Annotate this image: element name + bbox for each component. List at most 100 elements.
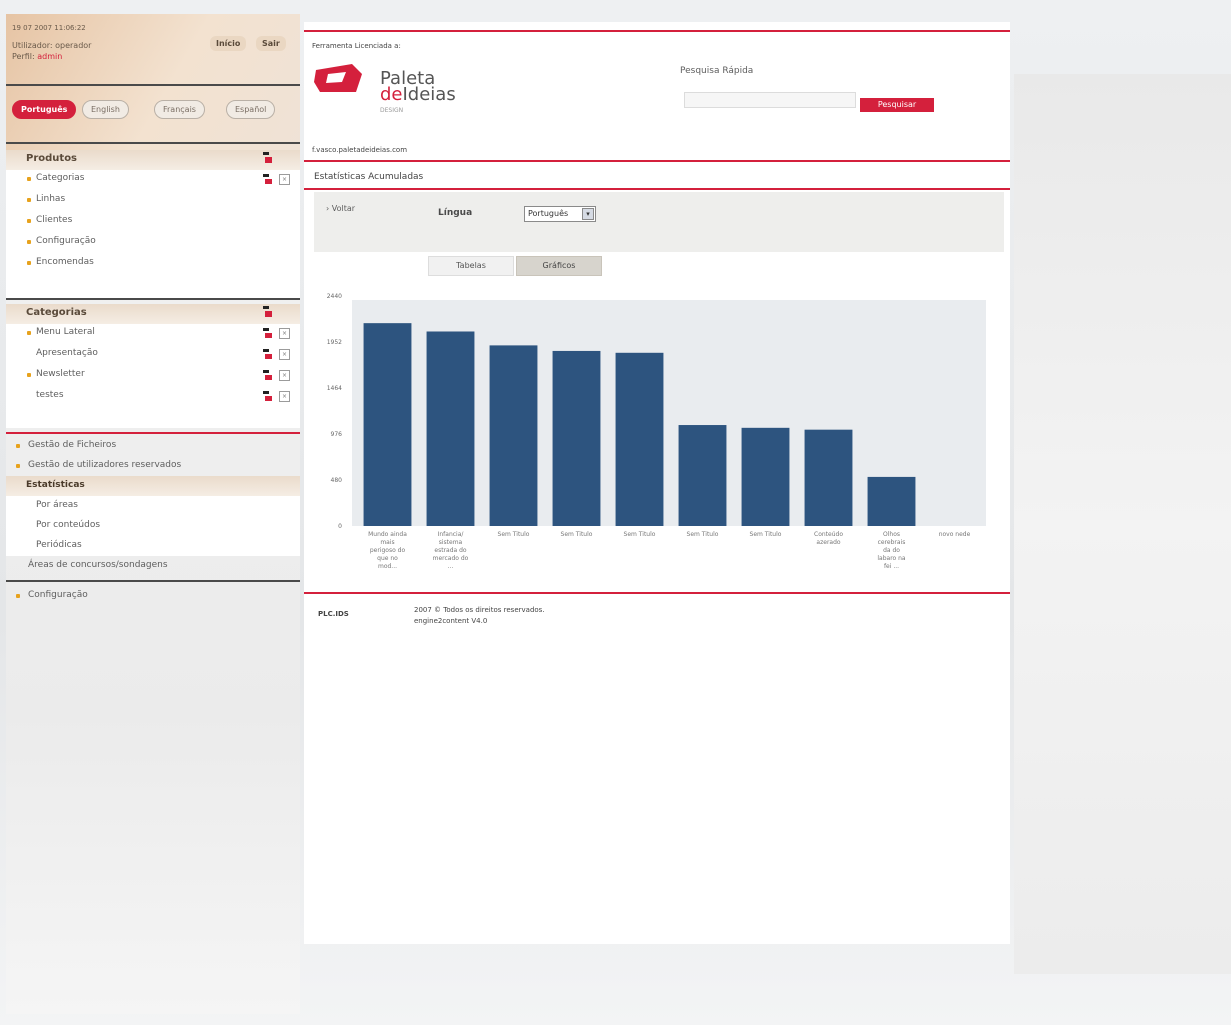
item-label: Encomendas <box>36 257 94 267</box>
language-value: Português <box>528 209 569 218</box>
lang-es-button[interactable]: Español <box>226 100 276 119</box>
menu-stats-areas[interactable]: Por áreas <box>6 496 300 516</box>
menu-label: Gestão de Ficheiros <box>28 440 117 450</box>
edit-icon[interactable] <box>263 174 272 184</box>
delete-icon[interactable]: × <box>279 328 290 339</box>
logo-icon <box>314 64 362 92</box>
tab-tables[interactable]: Tabelas <box>428 256 514 276</box>
delete-icon[interactable]: × <box>279 349 290 360</box>
lang-fr-button[interactable]: Français <box>154 100 205 119</box>
y-tick-label: 976 <box>331 431 343 438</box>
menu-label: Por conteúdos <box>36 520 101 530</box>
bar <box>867 476 916 526</box>
start-button[interactable]: Início <box>210 36 247 51</box>
license-label: Ferramenta Licenciada a: <box>312 42 401 50</box>
y-tick-label: 1464 <box>327 385 342 392</box>
lang-en-button[interactable]: English <box>82 100 129 119</box>
quick-search-input[interactable] <box>684 92 856 108</box>
x-tick-label: Sem Titulo <box>561 531 593 538</box>
x-tick-label: Olhos cerebrais da do labaro na fei ... <box>877 531 906 570</box>
bar <box>678 425 727 526</box>
x-tick-label: Sem Titulo <box>687 531 719 538</box>
chevron-down-icon[interactable]: ▾ <box>582 208 594 220</box>
x-tick-label: Sem Titulo <box>624 531 656 538</box>
brand-ideias: Ideias <box>402 84 456 105</box>
edit-icon[interactable] <box>263 391 272 401</box>
bullet-icon <box>27 177 31 181</box>
footer-logo: PLC.IDS <box>318 610 349 618</box>
profile-label: Perfil: admin <box>12 52 62 61</box>
item-label: Configuração <box>36 236 96 246</box>
x-tick-label: Infancia/sistema estrada do mercado do... <box>433 531 469 570</box>
x-tick-label: Conteúdo azerado <box>814 531 843 546</box>
y-tick-label: 480 <box>331 477 343 484</box>
bar <box>426 331 475 526</box>
logout-button[interactable]: Sair <box>256 36 286 51</box>
edit-icon[interactable] <box>263 328 272 338</box>
divider <box>6 84 300 86</box>
user-label: Utilizador: operador <box>12 41 92 50</box>
y-tick-label: 0 <box>338 523 342 530</box>
delete-icon[interactable]: × <box>279 370 290 381</box>
bullet-icon <box>27 373 31 377</box>
bar-chart: 0 480 976 1464 1952 2440 Mundo ainda mais perig… <box>327 293 986 570</box>
x-tick-label: novo nede <box>939 531 971 538</box>
menu-stats-periodic[interactable]: Periódicas <box>6 536 300 556</box>
y-tick-label: 2440 <box>327 293 342 300</box>
delete-icon[interactable]: × <box>279 391 290 402</box>
divider <box>6 432 300 434</box>
list-item[interactable]: Menu Lateral × <box>6 324 300 345</box>
list-item[interactable]: Configuração <box>6 233 300 254</box>
add-icon[interactable] <box>263 306 272 318</box>
background-panel <box>1014 74 1231 974</box>
bullet-icon <box>16 464 20 468</box>
menu-stats[interactable]: Estatísticas <box>6 476 300 496</box>
menu-reserved-users[interactable]: Gestão de utilizadores reservados <box>6 456 300 476</box>
categories-panel: Categorias Menu Lateral × Apresentação × N… <box>6 304 300 428</box>
list-item[interactable]: Categorias × <box>6 170 300 191</box>
menu-files[interactable]: Gestão de Ficheiros <box>6 436 300 456</box>
language-select[interactable]: Português ▾ <box>524 206 596 222</box>
item-label: Newsletter <box>36 369 85 379</box>
bar <box>741 427 790 526</box>
item-label: Categorias <box>36 173 85 183</box>
user-panel: 19 07 2007 11:06:22 Utilizador: operador… <box>6 14 300 154</box>
menu-stats-content[interactable]: Por conteúdos <box>6 516 300 536</box>
bullet-icon <box>27 198 31 202</box>
bullet-icon <box>16 444 20 448</box>
list-item[interactable]: Apresentação × <box>6 345 300 366</box>
quick-search-button[interactable]: Pesquisar <box>860 98 934 112</box>
bar <box>552 350 601 526</box>
item-label: Menu Lateral <box>36 327 95 337</box>
list-item[interactable]: testes × <box>6 387 300 408</box>
y-tick-label: 1952 <box>327 339 342 346</box>
edit-icon[interactable] <box>263 349 272 359</box>
list-item[interactable]: Encomendas <box>6 254 300 275</box>
divider <box>6 142 300 144</box>
language-label: Língua <box>438 208 473 218</box>
brand-subtitle: DESIGN <box>380 107 404 114</box>
divider <box>304 160 1010 162</box>
bar <box>804 429 853 526</box>
tab-charts[interactable]: Gráficos <box>516 256 602 276</box>
list-item[interactable]: Clientes <box>6 212 300 233</box>
x-tick-label: Sem Titulo <box>750 531 782 538</box>
x-tick-label: Mundo ainda mais perigoso do que no mod... <box>368 531 407 570</box>
email-link[interactable]: f.vasco.paletadeideias.com <box>312 146 407 154</box>
menu-contests[interactable]: Áreas de concursos/sondagens <box>6 556 300 576</box>
lang-pt-button[interactable]: Português <box>12 100 77 119</box>
brand-name-2: deIdeias <box>380 84 456 105</box>
menu-config[interactable]: Configuração <box>6 586 300 606</box>
bullet-icon <box>16 594 20 598</box>
delete-icon[interactable]: × <box>279 174 290 185</box>
back-link[interactable]: › Voltar <box>326 204 355 213</box>
bar <box>615 352 664 526</box>
list-item[interactable]: Linhas <box>6 191 300 212</box>
footer-engine: engine2content V4.0 <box>414 617 488 625</box>
list-item[interactable]: Newsletter × <box>6 366 300 387</box>
products-title: Produtos <box>6 150 300 170</box>
menu-label: Configuração <box>28 590 88 600</box>
edit-icon[interactable] <box>263 370 272 380</box>
add-icon[interactable] <box>263 152 272 164</box>
sidebar: 19 07 2007 11:06:22 Utilizador: operador… <box>6 14 300 1014</box>
